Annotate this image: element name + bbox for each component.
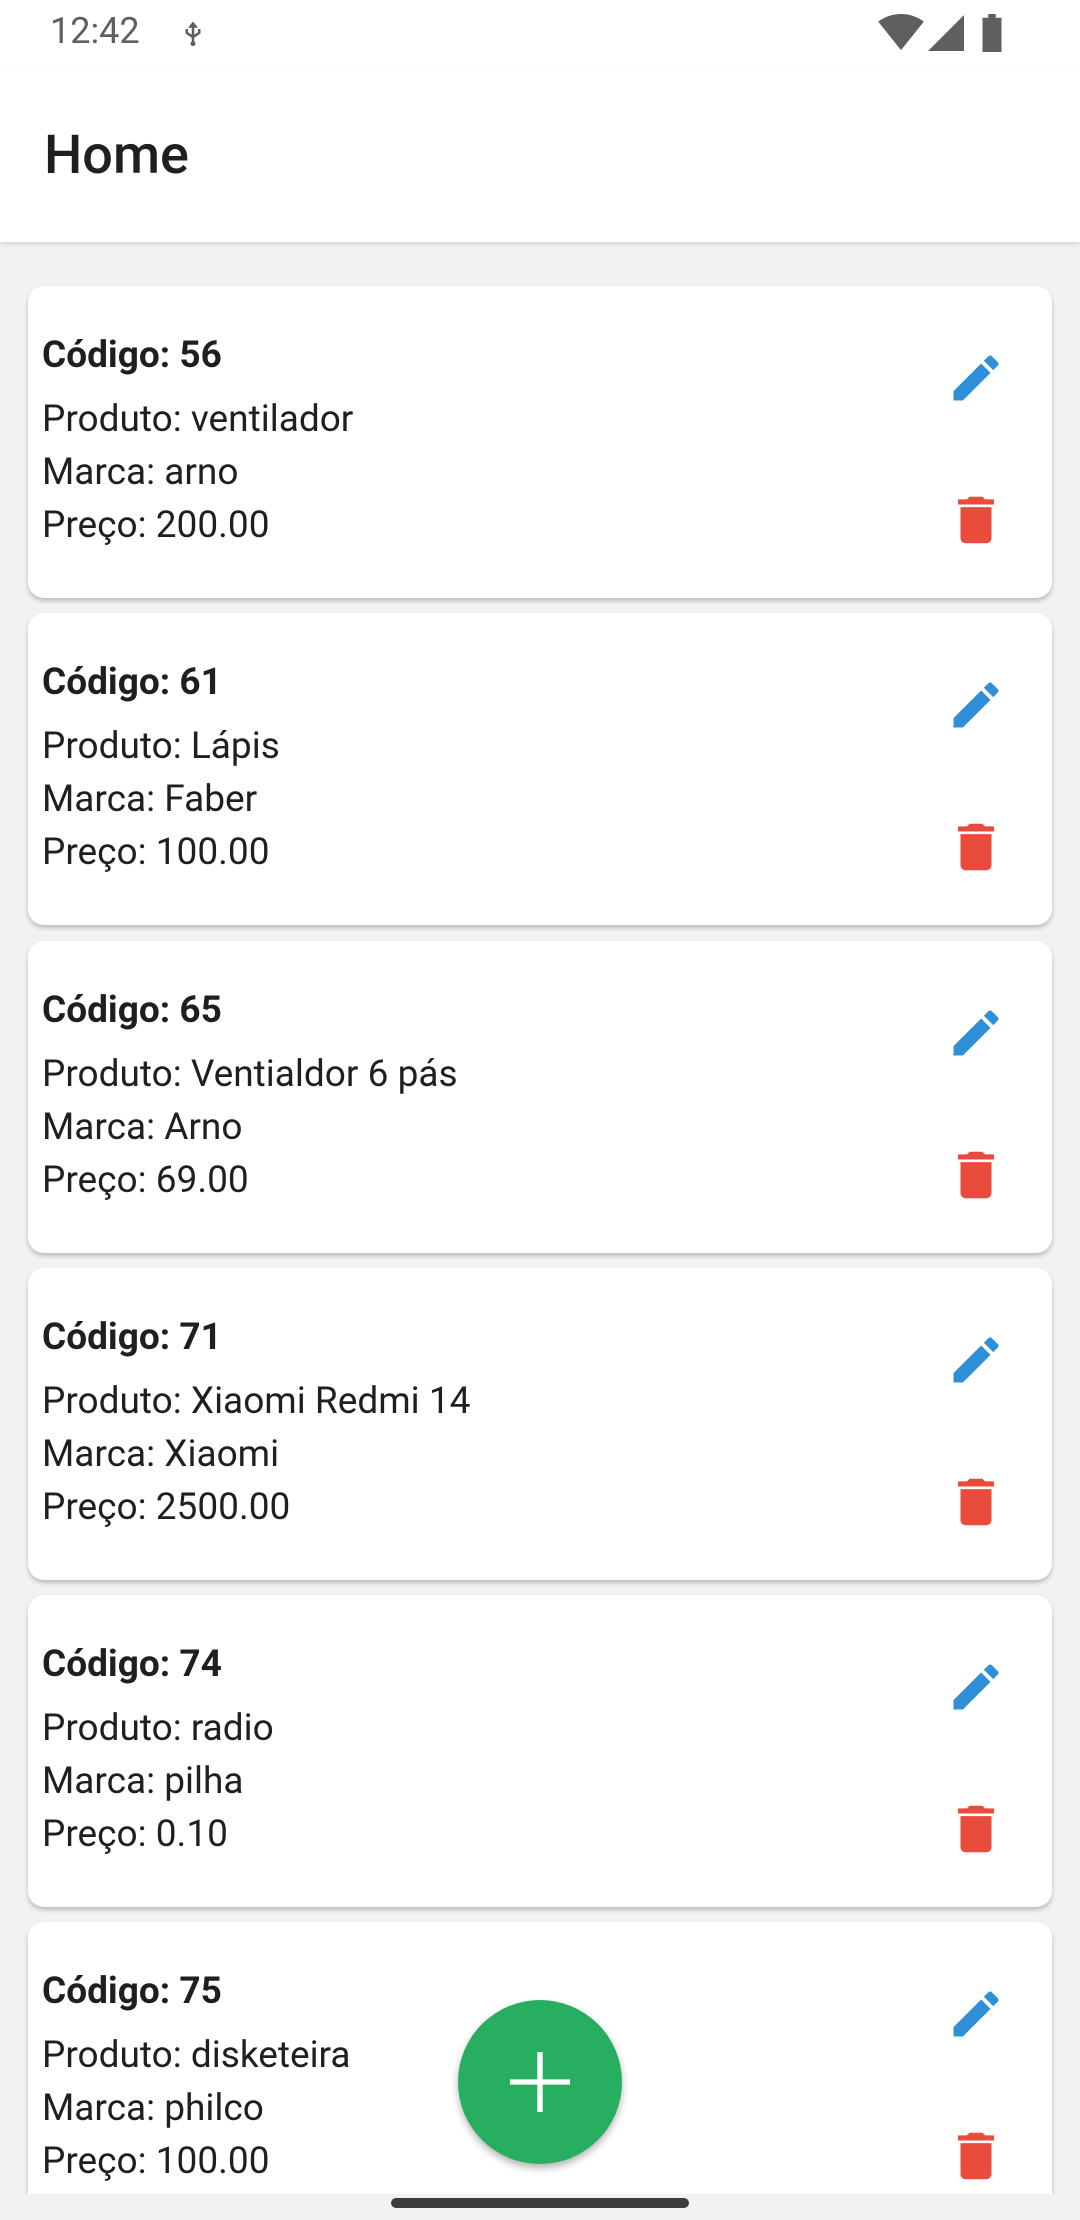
trash-icon [957,2132,995,2180]
product-brand: Marca: arno [42,451,239,494]
delete-button[interactable] [938,2118,1014,2194]
edit-button[interactable] [938,667,1014,743]
delete-button[interactable] [938,1137,1014,1213]
app-bar: Home [0,70,1080,242]
pencil-icon [953,1991,999,2037]
product-price: Preço: 2500.00 [42,1486,291,1529]
pencil-icon [953,682,999,728]
product-price: Preço: 200.00 [42,504,270,547]
delete-button[interactable] [938,1791,1014,1867]
trash-icon [957,1478,995,1526]
edit-button[interactable] [938,1322,1014,1398]
usb-debug-icon [178,18,208,54]
pencil-icon [953,355,999,401]
product-code: Código: 61 [42,661,222,704]
edit-button[interactable] [938,340,1014,416]
home-gesture-handle[interactable] [391,2198,689,2208]
delete-button[interactable] [938,809,1014,885]
product-brand: Marca: Xiaomi [42,1433,280,1476]
product-code: Código: 56 [42,334,222,377]
wifi-icon [878,14,924,56]
product-name: Produto: Ventialdor 6 pás [42,1053,458,1096]
product-name: Produto: Lápis [42,725,280,768]
battery-icon [980,14,1004,56]
signal-icon [928,14,964,56]
product-price: Preço: 100.00 [42,2140,270,2183]
pencil-icon [953,1664,999,1710]
product-card: Código: 61 Produto: Lápis Marca: Faber P… [28,613,1052,925]
product-code: Código: 74 [42,1643,222,1686]
pencil-icon [953,1010,999,1056]
navigation-bar [0,2194,1080,2220]
page-title: Home [44,124,189,187]
product-code: Código: 71 [42,1316,222,1359]
edit-button[interactable] [938,1976,1014,2052]
add-product-button[interactable] [458,2000,622,2164]
product-card: Código: 65 Produto: Ventialdor 6 pás Mar… [28,941,1052,1253]
pencil-icon [953,1337,999,1383]
status-bar: 12:42 [0,0,1080,70]
trash-icon [957,1805,995,1853]
trash-icon [957,496,995,544]
product-price: Preço: 69.00 [42,1159,249,1202]
trash-icon [957,1151,995,1199]
product-brand: Marca: pilha [42,1760,244,1803]
plus-icon [510,2052,570,2112]
product-name: Produto: radio [42,1707,274,1750]
edit-button[interactable] [938,995,1014,1071]
product-brand: Marca: Arno [42,1106,243,1149]
trash-icon [957,823,995,871]
delete-button[interactable] [938,482,1014,558]
product-code: Código: 75 [42,1970,222,2013]
product-list[interactable]: Código: 56 Produto: ventilador Marca: ar… [0,242,1080,2194]
delete-button[interactable] [938,1464,1014,1540]
product-brand: Marca: Faber [42,778,258,821]
status-time: 12:42 [50,10,140,52]
product-card: Código: 71 Produto: Xiaomi Redmi 14 Marc… [28,1268,1052,1580]
edit-button[interactable] [938,1649,1014,1725]
product-name: Produto: ventilador [42,398,354,441]
product-name: Produto: Xiaomi Redmi 14 [42,1380,471,1423]
product-price: Preço: 100.00 [42,831,270,874]
product-brand: Marca: philco [42,2087,264,2130]
product-price: Preço: 0.10 [42,1813,228,1856]
product-card: Código: 74 Produto: radio Marca: pilha P… [28,1595,1052,1907]
product-code: Código: 65 [42,989,222,1032]
product-name: Produto: disketeira [42,2034,351,2077]
product-card: Código: 56 Produto: ventilador Marca: ar… [28,286,1052,598]
